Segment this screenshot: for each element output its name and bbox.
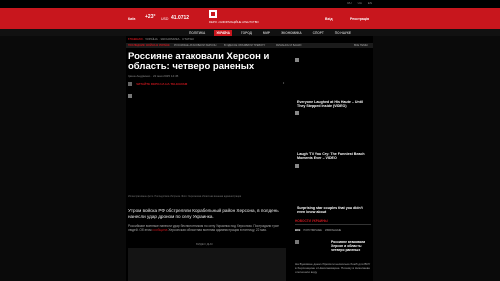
- header: Київ +23° USD 41.0712 DEPO • ІНФОРМАЦІЙН…: [0, 8, 500, 29]
- article-body: Российские военные нанесли удар беспилот…: [128, 224, 286, 232]
- site-tagline: DEPO • ІНФОРМАЦІЙНЕ АГЕНТСТВО: [209, 20, 259, 24]
- top-bar: RU UA EN: [0, 0, 500, 8]
- breadcrumb-current[interactable]: УКРАЇНА: [145, 37, 157, 41]
- sidebar-promo-title[interactable]: Surprising star couples that you didn't …: [297, 206, 371, 214]
- image-icon: [295, 164, 299, 168]
- tab-favorites[interactable]: ИЗБРАННЫЕ: [325, 229, 341, 232]
- tab-all[interactable]: ВСЕ: [295, 229, 300, 232]
- breadcrumb-home[interactable]: ГЛАВНАЯ: [128, 37, 143, 41]
- article-body-text: Херсонская областная военная администрац…: [167, 228, 267, 233]
- image-icon: [295, 111, 299, 115]
- telegram-share[interactable]: ЧИТАЙТЕ DEPO.UA НА TELEGRAM: [128, 81, 280, 87]
- header-content: Київ +23° USD 41.0712 DEPO • ІНФОРМАЦІЙН…: [126, 8, 373, 29]
- site-logo-icon[interactable]: [209, 10, 217, 18]
- source-link[interactable]: сообщила: [152, 228, 167, 232]
- language-switcher: RU UA EN: [347, 1, 372, 5]
- section-heading: НОВОСТИ УКРАИНЫ: [295, 219, 328, 223]
- section-divider: [295, 224, 371, 225]
- story-thumbnail-icon[interactable]: [295, 240, 299, 244]
- currency-rate: 41.0712: [171, 15, 190, 21]
- breadcrumb-extra: ЭКОНОМИКА · СТАТЬЯ: [160, 37, 194, 41]
- ticker-item[interactable]: ФИНАНСЫ И БАНКИ: [276, 44, 301, 47]
- lang-link-ua[interactable]: UA: [358, 1, 362, 5]
- video-label: ВИДЕО ДНЯ: [196, 242, 213, 246]
- article-title: Россияне атаковали Херсон и область: чет…: [128, 51, 270, 72]
- news-ticker: ПОСЛЕДНИЕ: ВОЙНА В УКРАЇНЕ РОССИЯНЕ АТАК…: [126, 43, 373, 48]
- lang-link-ru[interactable]: RU: [347, 1, 351, 5]
- currency-code: USD: [161, 17, 169, 21]
- ticker-item[interactable]: ПОСЛЕДНИЕ: ВОЙНА В УКРАЇНЕ: [128, 44, 170, 47]
- sidebar-promo-title[interactable]: Laugh 'Til You Cry: The Funniest Beach M…: [297, 152, 371, 160]
- login-link[interactable]: Вхід: [325, 17, 333, 21]
- sidebar-promo-title[interactable]: Everyone Laughed at His Haute – Until Th…: [297, 100, 371, 108]
- image-icon: [295, 58, 299, 62]
- telegram-icon: [128, 82, 132, 86]
- weather-temperature: +23°: [145, 14, 156, 20]
- photo-caption: Иллюстративное фото. Последствия обстрел…: [128, 195, 242, 198]
- lang-link-en[interactable]: EN: [368, 1, 372, 5]
- ticker-item[interactable]: В ОДЕССЕ ОБЪЯВИЛИ ТРЕВОГУ: [224, 44, 265, 47]
- ticker-item[interactable]: РОССИЯНЕ АТАКОВАЛИ ХЕРСОН: [174, 44, 216, 47]
- article-photo-icon: [128, 94, 132, 98]
- telegram-share-label[interactable]: ЧИТАЙТЕ DEPO.UA НА TELEGRAM: [136, 82, 187, 86]
- section-tabs: ВСЕ ПОПУЛЯРНЫЕ ИЗБРАННЫЕ: [295, 229, 341, 232]
- page-content: ГЛАВНАЯ · УКРАЇНА · ЭКОНОМИКА · СТАТЬЯ П…: [126, 36, 373, 281]
- section-story-title[interactable]: Россияне атаковали Херсон и область: чет…: [331, 240, 371, 253]
- breadcrumb: ГЛАВНАЯ · УКРАЇНА · ЭКОНОМИКА · СТАТЬЯ: [128, 37, 194, 41]
- section-more-text: На Буковине днем сбросили несколько бомб…: [295, 262, 371, 274]
- main-nav: ПОЛІТИКА УКРАЇНА ГОРОД МИР ЭКОНОМИКА СПО…: [0, 29, 500, 36]
- article-lead: Утром войска РФ обстреляли Корабельный р…: [128, 208, 279, 219]
- ticker-item[interactable]: ВСЕ ТЕМЫ: [354, 44, 368, 47]
- more-options-icon[interactable]: •: [283, 81, 284, 85]
- weather-city: Київ: [128, 17, 136, 21]
- tab-popular[interactable]: ПОПУЛЯРНЫЕ: [303, 229, 322, 232]
- video-player[interactable]: [128, 248, 286, 281]
- article-meta: Ірина Андрієнко · 22 мая 2025 14:45: [128, 74, 179, 78]
- register-link[interactable]: Реєстрація: [350, 17, 369, 21]
